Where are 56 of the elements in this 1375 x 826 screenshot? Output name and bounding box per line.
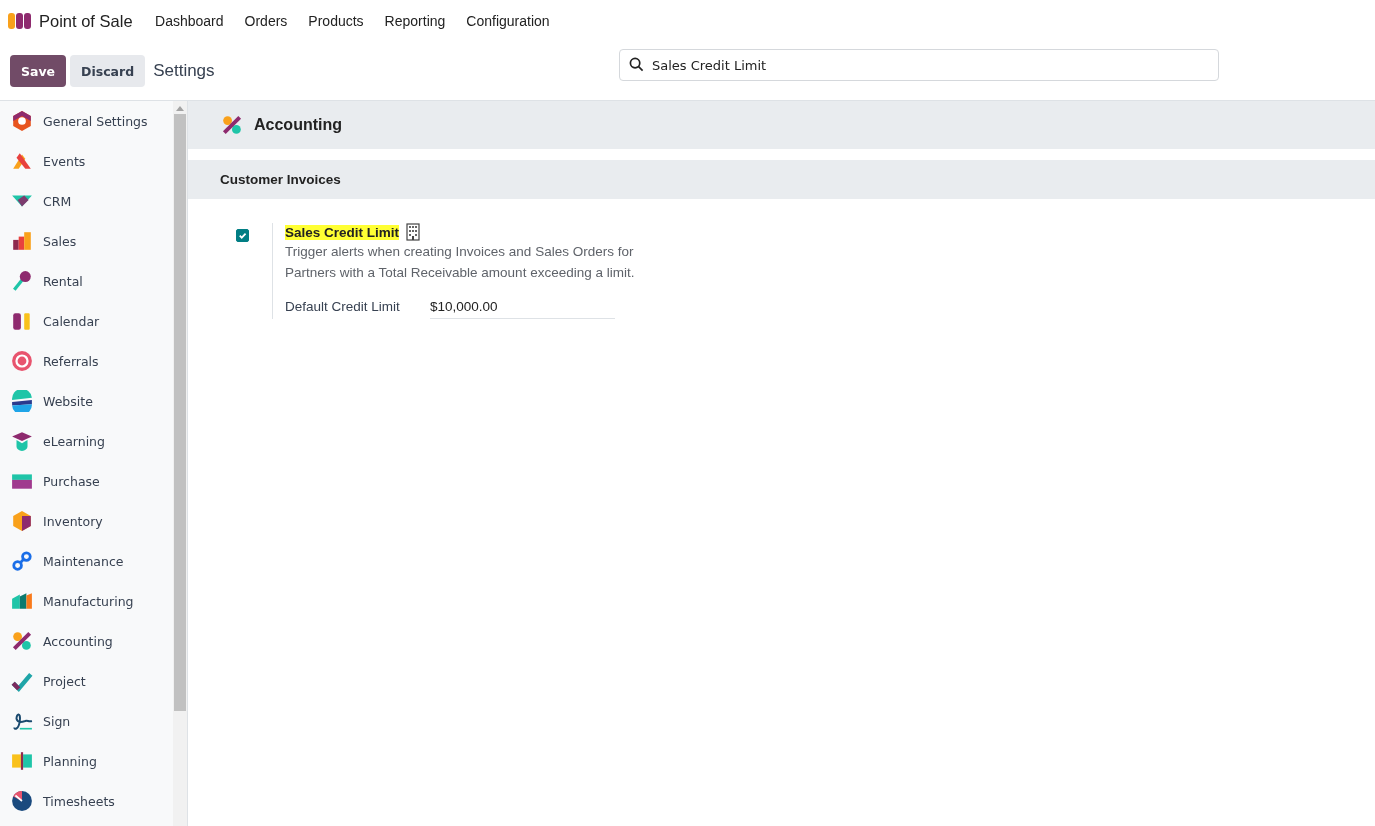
menu-item[interactable]: Dashboard [144,13,235,29]
discard-button[interactable]: Discard [70,55,146,87]
sidebar-item[interactable]: Calendar [0,301,173,341]
app-icon [11,430,33,452]
app-icon [11,670,33,692]
sidebar-item[interactable]: Planning [0,741,173,781]
sidebar-item[interactable]: General Settings [0,101,173,141]
field-label: Default Credit Limit [285,298,401,316]
sidebar-item[interactable]: Events [0,141,173,181]
section-title: Accounting [254,116,342,134]
sidebar-item[interactable]: Maintenance [0,541,173,581]
menu-item[interactable]: Configuration [455,13,561,29]
app-icon [11,270,33,292]
sidebar-item[interactable]: eLearning [0,421,173,461]
menu-item[interactable]: Orders [234,13,298,29]
app-name[interactable]: Point of Sale [39,11,133,31]
sidebar-item[interactable]: Sales [0,221,173,261]
app-icon [11,110,33,132]
page-title: Settings [153,61,215,81]
sidebar-item[interactable]: CRM [0,181,173,221]
app-icon [221,114,243,136]
menu-item[interactable]: Reporting [374,13,456,29]
checkbox[interactable] [236,229,249,242]
sidebar-item[interactable]: Manufacturing [0,581,173,621]
app-icon [11,390,33,412]
credit-limit-field[interactable]: $10,000.00 [430,296,615,319]
app-icon [11,350,33,372]
scrollbar[interactable] [173,101,187,826]
sidebar-item[interactable]: Project [0,661,173,701]
search-field[interactable]: Sales Credit Limit [619,49,1219,81]
app-icon [11,550,33,572]
menu-item[interactable]: Products [297,13,375,29]
app-icon [11,310,33,332]
setting-title: Sales Credit Limit [285,224,400,240]
sidebar-item[interactable]: Sign [0,701,173,741]
sidebar-item[interactable]: Accounting [0,621,173,661]
building-icon [406,223,421,241]
search-icon [629,57,644,72]
sidebar-item[interactable]: Timesheets [0,781,173,821]
block-title: Customer Invoices [220,172,341,187]
app-icon [11,230,33,252]
sidebar-item[interactable]: Purchase [0,461,173,501]
checkmark-icon [237,230,248,241]
app-icon [11,790,33,812]
app-icon [11,630,33,652]
sidebar-item[interactable]: Referrals [0,341,173,381]
scrollbar-thumb[interactable] [174,114,186,711]
app-icon [11,590,33,612]
app-icon [11,510,33,532]
app-icon [11,750,33,772]
sidebar-item[interactable]: Website [0,381,173,421]
save-button[interactable]: Save [10,55,67,87]
sidebar-item[interactable]: Inventory [0,501,173,541]
setting-description: Trigger alerts when creating Invoices and Sales Orders for Partners with a Total Receivable amount exceeding a limit. [285,243,636,282]
sidebar-item[interactable]: Rental [0,261,173,301]
app-logo-icon[interactable] [7,11,33,31]
